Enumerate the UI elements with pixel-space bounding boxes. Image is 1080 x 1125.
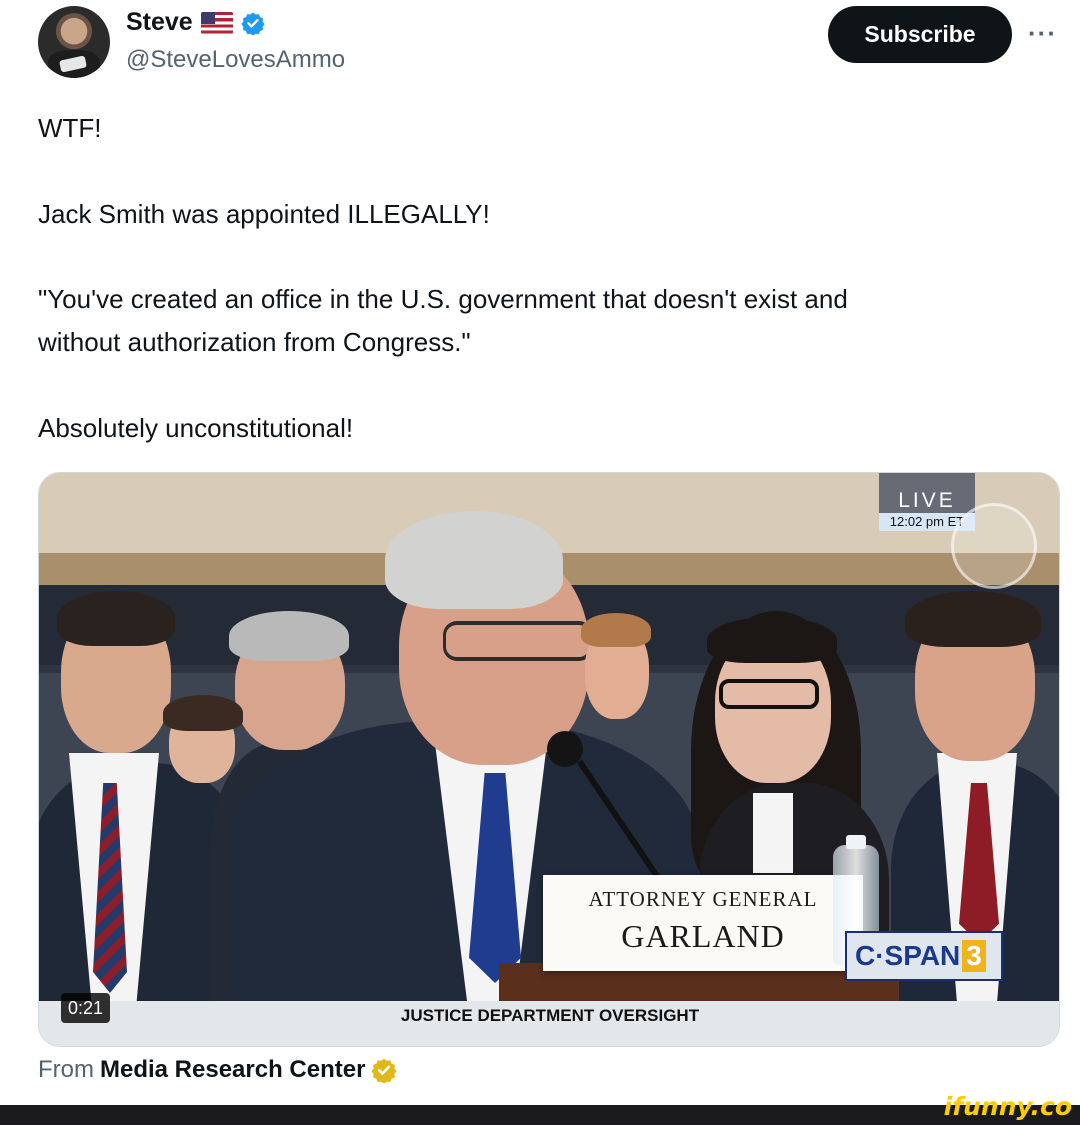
nameplate-name: GARLAND bbox=[621, 918, 785, 954]
footer-bar bbox=[0, 1105, 1080, 1125]
verified-badge-icon bbox=[241, 12, 265, 35]
ifunny-watermark: ifunny.co bbox=[943, 1092, 1072, 1121]
nameplate: ATTORNEY GENERAL GARLAND bbox=[543, 875, 863, 971]
tweet-text-line-4: Absolutely unconstitutional! bbox=[38, 413, 354, 443]
tweet-text-line-2: Jack Smith was appointed ILLEGALLY! bbox=[38, 199, 490, 229]
live-label: LIVE bbox=[898, 489, 956, 512]
us-flag-icon bbox=[200, 11, 233, 34]
watermark-seal-icon bbox=[951, 503, 1037, 589]
source-name[interactable]: Media Research Center bbox=[100, 1056, 365, 1084]
tweet-text-line-1: WTF! bbox=[38, 113, 102, 143]
speaker-glasses bbox=[443, 621, 593, 661]
gold-verified-badge-icon bbox=[371, 1058, 398, 1083]
nameplate-title: ATTORNEY GENERAL bbox=[588, 887, 818, 911]
cspan-logo-number: 3 bbox=[962, 940, 986, 972]
video-caption: JUSTICE DEPARTMENT OVERSIGHT bbox=[39, 1001, 1059, 1046]
video-timestamp: 0:21 bbox=[61, 993, 111, 1023]
cspan-logo: C·SPAN 3 bbox=[845, 931, 1003, 981]
source-prefix: From bbox=[38, 1056, 94, 1083]
tweet-quote-line-2: without authorization from Congress." bbox=[38, 327, 471, 357]
source-attribution: From Media Research Center bbox=[38, 1056, 398, 1084]
subscribe-button[interactable]: Subscribe bbox=[828, 6, 1012, 63]
tweet-quote-line-1: "You've created an office in the U.S. go… bbox=[38, 284, 848, 314]
author-display-name[interactable]: Steve bbox=[126, 8, 193, 37]
author-avatar[interactable] bbox=[38, 6, 110, 78]
video-player[interactable]: ATTORNEY GENERAL GARLAND C·SPAN 3 LIVE 12… bbox=[38, 472, 1060, 1047]
cspan-logo-text: C·SPAN bbox=[855, 940, 961, 971]
more-options-icon[interactable]: ··· bbox=[1028, 18, 1057, 49]
author-handle[interactable]: @SteveLovesAmmo bbox=[126, 46, 345, 74]
tweet-card: Steve @SteveLovesAmmo Subscribe ··· WTF!… bbox=[0, 0, 1080, 1105]
video-frame[interactable]: ATTORNEY GENERAL GARLAND C·SPAN 3 LIVE 12… bbox=[39, 473, 1059, 1001]
author-name-row: Steve bbox=[126, 8, 265, 37]
